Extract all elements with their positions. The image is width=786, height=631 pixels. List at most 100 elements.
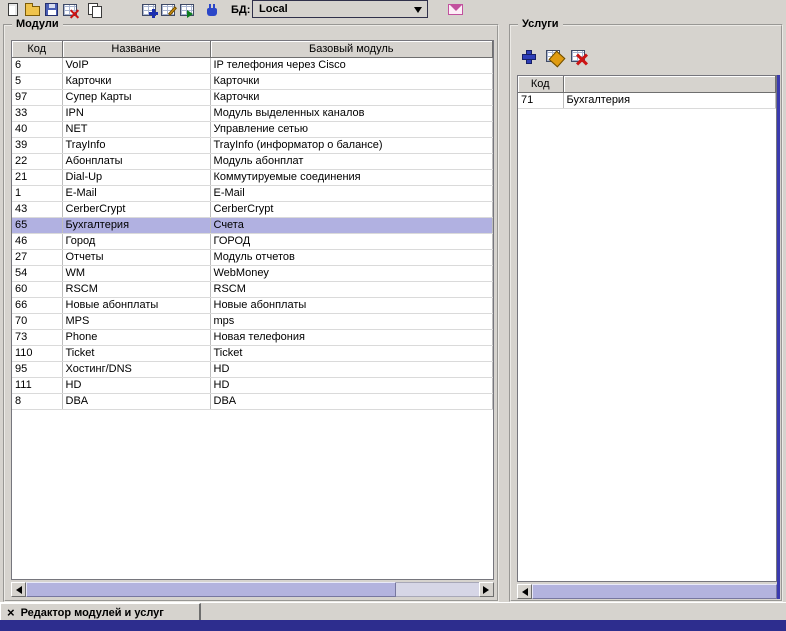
table-row[interactable]: 71Бухгалтерия	[518, 92, 776, 108]
table-cell: 60	[12, 281, 62, 297]
table-edit-icon[interactable]	[159, 1, 177, 18]
tab-close-icon[interactable]: ×	[7, 606, 15, 619]
table-cell: Модуль абонплат	[210, 153, 493, 169]
table-cell: Phone	[62, 329, 210, 345]
table-row[interactable]: 95Хостинг/DNSHD	[12, 361, 493, 377]
table-row[interactable]: 73PhoneНовая телефония	[12, 329, 493, 345]
table-cell: Dial-Up	[62, 169, 210, 185]
table-cell: Счета	[210, 217, 493, 233]
table-row[interactable]: 27ОтчетыМодуль отчетов	[12, 249, 493, 265]
table-row[interactable]: 39TrayInfoTrayInfo (информатор о балансе…	[12, 137, 493, 153]
table-cell: Модуль отчетов	[210, 249, 493, 265]
column-header-name[interactable]: Название	[62, 41, 210, 57]
grid-glyph	[161, 4, 175, 16]
table-cell: 5	[12, 73, 62, 89]
table-row[interactable]: 111HDHD	[12, 377, 493, 393]
chevron-down-icon	[414, 7, 422, 17]
copy-icon[interactable]	[86, 1, 104, 18]
table-cell: 66	[12, 297, 62, 313]
table-cell: HD	[210, 361, 493, 377]
table-cell: IP телефония через Cisco	[210, 57, 493, 73]
delete-service-icon[interactable]	[569, 47, 587, 65]
scrollbar-thumb[interactable]	[26, 582, 396, 597]
modules-horizontal-scrollbar[interactable]	[11, 582, 494, 597]
table-cell: 40	[12, 121, 62, 137]
table-row[interactable]: 5КарточкиКарточки	[12, 73, 493, 89]
table-header-row: Код Название Базовый модуль	[12, 41, 493, 57]
folder-glyph	[25, 6, 40, 16]
page-glyph	[8, 3, 18, 16]
save-icon[interactable]	[42, 1, 60, 18]
table-cell: Новая телефония	[210, 329, 493, 345]
table-row[interactable]: 70MPSmps	[12, 313, 493, 329]
table-row[interactable]: 40NETУправление сетью	[12, 121, 493, 137]
pencil-mark	[168, 6, 177, 15]
table-row[interactable]: 46ГородГОРОД	[12, 233, 493, 249]
scroll-left-button[interactable]	[11, 582, 26, 597]
edit-service-icon[interactable]	[544, 47, 562, 65]
combobox-dropdown-button[interactable]	[410, 2, 426, 16]
table-cell: DBA	[62, 393, 210, 409]
open-folder-icon[interactable]	[23, 1, 41, 18]
table-cell: 27	[12, 249, 62, 265]
table-row[interactable]: 110TicketTicket	[12, 345, 493, 361]
table-cell: Хостинг/DNS	[62, 361, 210, 377]
copy-glyph	[88, 3, 102, 17]
table-cell: 97	[12, 89, 62, 105]
table-refresh-icon[interactable]	[178, 1, 196, 18]
table-row[interactable]: 66Новые абонплатыНовые абонплаты	[12, 297, 493, 313]
table-cell: 21	[12, 169, 62, 185]
table-row[interactable]: 65БухгалтерияСчета	[12, 217, 493, 233]
modules-table[interactable]: Код Название Базовый модуль 6VoIPIP теле…	[12, 41, 493, 410]
table-cell: Коммутируемые соединения	[210, 169, 493, 185]
tab-module-service-editor[interactable]: × Редактор модулей и услуг	[0, 603, 201, 621]
scrollbar-track[interactable]	[26, 582, 479, 597]
scrollbar-thumb[interactable]	[532, 584, 777, 599]
scrollbar-track[interactable]	[532, 584, 777, 599]
db-combobox[interactable]: Local	[252, 0, 428, 18]
services-table[interactable]: Код 71Бухгалтерия	[518, 76, 776, 109]
modules-panel-title: Модули	[12, 18, 63, 30]
table-cell: MPS	[62, 313, 210, 329]
add-service-icon[interactable]	[519, 47, 537, 65]
mail-icon[interactable]	[446, 1, 464, 18]
modules-table-body: 6VoIPIP телефония через Cisco5КарточкиКа…	[12, 57, 493, 409]
table-cell: Новые абонплаты	[62, 297, 210, 313]
column-header-base[interactable]: Базовый модуль	[210, 41, 493, 57]
scroll-right-button[interactable]	[479, 582, 494, 597]
column-header-code[interactable]: Код	[518, 76, 563, 92]
table-cell: 71	[518, 92, 563, 108]
connect-icon[interactable]	[203, 1, 221, 18]
table-cell: Ticket	[210, 345, 493, 361]
table-add-icon[interactable]	[140, 1, 158, 18]
table-row[interactable]: 22АбонплатыМодуль абонплат	[12, 153, 493, 169]
table-row[interactable]: 33IPNМодуль выделенных каналов	[12, 105, 493, 121]
table-cell: RSCM	[62, 281, 210, 297]
table-cell: NET	[62, 121, 210, 137]
plus-glyph	[522, 50, 534, 62]
table-cell: VoIP	[62, 57, 210, 73]
bottom-blue-bar	[0, 620, 786, 631]
delete-table-icon[interactable]	[61, 1, 79, 18]
column-header-code[interactable]: Код	[12, 41, 62, 57]
table-cell: TrayInfo (информатор о балансе)	[210, 137, 493, 153]
scroll-left-button[interactable]	[517, 584, 532, 599]
table-cell: Модуль выделенных каналов	[210, 105, 493, 121]
table-row[interactable]: 6VoIPIP телефония через Cisco	[12, 57, 493, 73]
table-cell: Карточки	[62, 73, 210, 89]
column-header-name[interactable]	[563, 76, 776, 92]
table-row[interactable]: 21Dial-UpКоммутируемые соединения	[12, 169, 493, 185]
table-cell: CerberCrypt	[62, 201, 210, 217]
table-row[interactable]: 1E-MailE-Mail	[12, 185, 493, 201]
new-document-icon[interactable]	[4, 1, 22, 18]
table-row[interactable]: 97Супер КартыКарточки	[12, 89, 493, 105]
arrow-left-icon	[12, 586, 22, 594]
envelope-glyph	[448, 4, 463, 15]
table-row[interactable]: 60RSCMRSCM	[12, 281, 493, 297]
table-cell: mps	[210, 313, 493, 329]
table-cell: WM	[62, 265, 210, 281]
table-row[interactable]: 8DBADBA	[12, 393, 493, 409]
services-horizontal-scrollbar[interactable]	[517, 584, 777, 599]
table-row[interactable]: 54WMWebMoney	[12, 265, 493, 281]
table-row[interactable]: 43CerberCryptCerberCrypt	[12, 201, 493, 217]
